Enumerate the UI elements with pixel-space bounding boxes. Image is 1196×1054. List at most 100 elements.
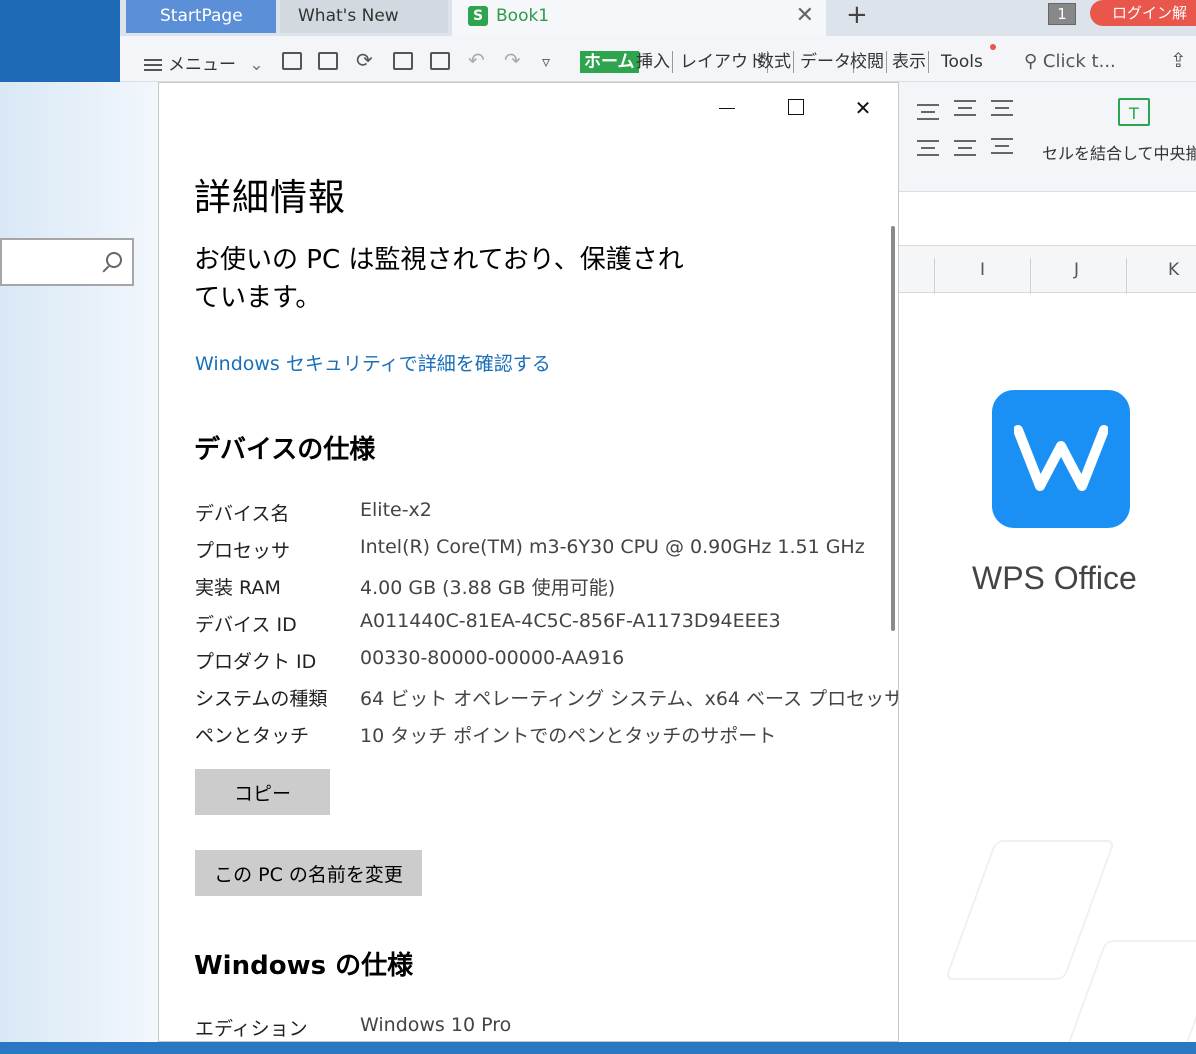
undo-icon[interactable]: ↶ [468, 48, 485, 72]
maximize-button[interactable] [775, 95, 815, 121]
spec-label: プロダクト ID [195, 651, 317, 673]
export-icon[interactable]: ⟳ [356, 48, 373, 72]
close-button[interactable]: ✕ [843, 95, 883, 121]
desktop-panel [0, 82, 158, 1042]
protection-status-line: お使いの PC は監視されており、保護され [194, 245, 684, 275]
distribute-icon[interactable] [991, 138, 1013, 154]
windows-spec-heading: Windows の仕様 [194, 951, 414, 981]
ribbon-tab-review[interactable]: 校閲 [850, 51, 887, 73]
decorative-hexagon [1054, 940, 1196, 1054]
close-tab-icon[interactable]: ✕ [796, 0, 814, 32]
align-right-icon[interactable] [917, 140, 939, 156]
search-command[interactable]: ⚲ Click t... [1024, 51, 1116, 72]
menu-button[interactable]: メニュー ⌄ [144, 50, 264, 75]
column-header-k[interactable]: K [1168, 260, 1179, 280]
decorative-hexagon [944, 840, 1116, 980]
device-spec-heading: デバイスの仕様 [194, 435, 376, 465]
spec-label: デバイス ID [195, 614, 297, 636]
protection-status: お使いの PC は監視されており、保護され ています。 [194, 241, 694, 317]
column-header-j[interactable]: J [1074, 260, 1079, 280]
hamburger-icon [144, 59, 162, 71]
wps-logo-icon [992, 390, 1130, 528]
scrollbar-thumb[interactable] [891, 226, 895, 631]
tab-label: What's New [298, 6, 399, 26]
column-header-i[interactable]: I [980, 260, 985, 280]
tab-label: Book1 [496, 6, 550, 26]
desktop-search-box[interactable] [0, 238, 134, 286]
spec-label: システムの種類 [195, 688, 328, 710]
desktop-background [0, 0, 120, 82]
tab-book1[interactable]: S Book1 ✕ [452, 0, 826, 36]
spec-row-pen-touch: ペンとタッチ 10 タッチ ポイントでのペンとタッチのサポート [195, 721, 895, 751]
tab-label: StartPage [160, 6, 243, 26]
column-divider [1030, 258, 1031, 294]
spec-value: A011440C-81EA-4C5C-856F-A1173D94EEE3 [360, 610, 781, 632]
spec-row-device-id: デバイス ID A011440C-81EA-4C5C-856F-A1173D94… [195, 610, 895, 640]
spec-value: 00330-80000-00000-AA916 [360, 647, 625, 669]
spec-value: 4.00 GB (3.88 GB 使用可能) [360, 577, 616, 599]
merge-center-label[interactable]: セルを結合して中央揃 [1042, 140, 1196, 164]
ribbon-tab-tools[interactable]: Tools [941, 51, 985, 73]
tab-startpage[interactable]: StartPage [126, 0, 276, 33]
spec-label: エディション [195, 1018, 308, 1040]
ribbon-tab-home[interactable]: ホーム [580, 51, 639, 73]
wps-toolbar: メニュー ⌄ ⟳ ↶ ↷ ▿ ホーム 挿入 レイアウト 数式 データ 校閲 表示… [120, 36, 1196, 82]
spec-row-edition: エディション Windows 10 Pro [195, 1014, 895, 1041]
chevron-down-icon: ⌄ [249, 55, 264, 75]
search-icon [106, 252, 122, 268]
search-label: Click t... [1042, 51, 1116, 72]
print-icon[interactable] [393, 52, 413, 70]
indent-decrease-icon[interactable] [954, 100, 976, 116]
share-icon[interactable]: ⇪ [1170, 48, 1187, 72]
spec-row-product-id: プロダクト ID 00330-80000-00000-AA916 [195, 647, 895, 677]
align-center-icon[interactable] [917, 104, 939, 120]
column-divider [934, 258, 935, 294]
ribbon-tab-formula[interactable]: 数式 [757, 51, 794, 73]
ribbon-tab-view[interactable]: 表示 [892, 51, 929, 73]
minimize-button[interactable] [707, 95, 747, 121]
print-preview-icon[interactable] [430, 52, 450, 70]
spec-row-ram: 実装 RAM 4.00 GB (3.88 GB 使用可能) [195, 573, 895, 603]
redo-icon[interactable]: ↷ [504, 48, 521, 72]
spec-value: Intel(R) Core(TM) m3-6Y30 CPU @ 0.90GHz … [360, 536, 865, 558]
spec-value: 10 タッチ ポイントでのペンとタッチのサポート [360, 725, 777, 747]
spec-value: 64 ビット オペレーティング システム、x64 ベース プロセッサ [360, 688, 899, 710]
spec-value: Elite-x2 [360, 499, 432, 521]
windows-security-link[interactable]: Windows セキュリティで詳細を確認する [195, 349, 551, 376]
protection-status-line: ています。 [194, 283, 322, 313]
spreadsheet-icon: S [468, 6, 488, 26]
taskbar-edge [0, 1042, 1196, 1054]
ribbon-tab-layout[interactable]: レイアウト [680, 51, 768, 73]
spec-row-processor: プロセッサ Intel(R) Core(TM) m3-6Y30 CPU @ 0.… [195, 536, 895, 566]
login-button[interactable]: ログイン解 [1090, 0, 1196, 26]
spec-label: ペンとタッチ [195, 725, 310, 747]
save-icon[interactable] [318, 52, 338, 70]
merge-center-icon[interactable] [1118, 98, 1150, 126]
window-count-badge[interactable]: 1 [1048, 3, 1076, 25]
tab-whats-new[interactable]: What's New [280, 0, 448, 33]
wps-brand-text: WPS Office [972, 560, 1137, 596]
copy-button[interactable]: コピー [195, 769, 330, 815]
spec-row-system-type: システムの種類 64 ビット オペレーティング システム、x64 ベース プロセ… [195, 684, 898, 714]
rename-pc-button[interactable]: この PC の名前を変更 [195, 850, 422, 896]
column-divider [1126, 258, 1127, 294]
menu-label: メニュー [168, 55, 236, 75]
wps-tab-bar: StartPage What's New S Book1 ✕ + 1 ログイン解 [120, 0, 1196, 36]
spec-row-device-name: デバイス名 Elite-x2 [195, 499, 895, 529]
open-folder-icon[interactable] [282, 52, 302, 70]
justify-icon[interactable] [954, 140, 976, 156]
ribbon-tab-data[interactable]: データ [800, 51, 854, 73]
customize-dropdown-icon[interactable]: ▿ [542, 52, 550, 71]
indent-increase-icon[interactable] [991, 100, 1013, 116]
page-title: 詳細情報 [194, 176, 346, 219]
spec-label: 実装 RAM [195, 577, 281, 599]
spec-label: デバイス名 [195, 503, 290, 525]
wps-w-mark [1014, 425, 1108, 491]
new-tab-icon[interactable]: + [846, 0, 868, 30]
spec-label: プロセッサ [195, 540, 291, 562]
search-icon: ⚲ [1024, 51, 1038, 72]
notification-dot [990, 44, 996, 50]
about-settings-window: ✕ 詳細情報 お使いの PC は監視されており、保護され ています。 Windo… [158, 82, 899, 1042]
spec-value: Windows 10 Pro [360, 1014, 512, 1036]
ribbon-tab-insert[interactable]: 挿入 [636, 51, 673, 73]
